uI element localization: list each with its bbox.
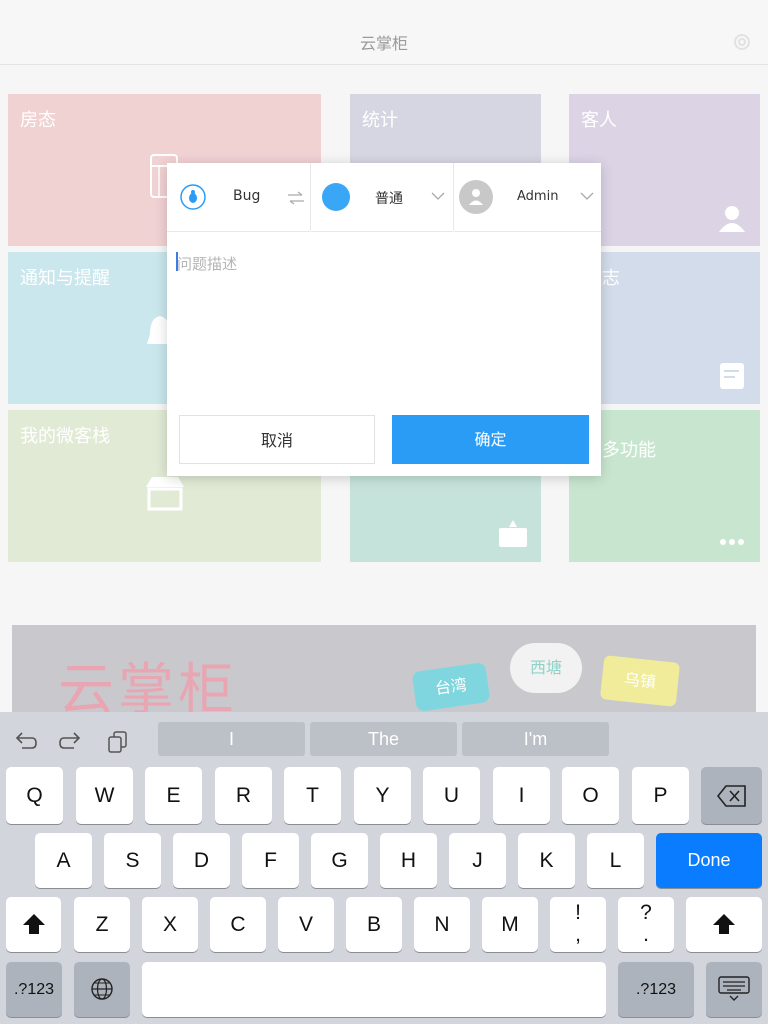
globe-icon: [91, 978, 113, 1000]
inbox-icon: [499, 520, 527, 547]
key-m[interactable]: M: [482, 897, 538, 952]
key-q[interactable]: Q: [6, 767, 63, 824]
key-h[interactable]: H: [380, 833, 437, 888]
priority-selector[interactable]: 普通: [311, 163, 453, 232]
avatar: [459, 180, 493, 214]
key-y[interactable]: Y: [354, 767, 411, 824]
numbers-key-left[interactable]: .?123: [6, 962, 62, 1017]
gear-icon[interactable]: [732, 32, 752, 52]
new-issue-dialog: Bug 普通 Admin 问题描述 取消 确定: [167, 163, 601, 476]
key-s[interactable]: S: [104, 833, 161, 888]
tile-stats[interactable]: 统计: [350, 94, 541, 164]
banner-bubble: 台湾: [411, 662, 491, 712]
key-l[interactable]: L: [587, 833, 644, 888]
key-b[interactable]: B: [346, 897, 402, 952]
key-g[interactable]: G: [311, 833, 368, 888]
tile-label: 统计: [362, 110, 398, 131]
swap-icon: [288, 191, 304, 205]
key-i[interactable]: I: [493, 767, 550, 824]
done-key[interactable]: Done: [656, 833, 762, 888]
tile-label: 我的微客栈: [20, 426, 110, 447]
banner-bubble: 西塘: [510, 643, 582, 693]
suggestion[interactable]: I'm: [462, 722, 609, 756]
key-n[interactable]: N: [414, 897, 470, 952]
tile-inbox[interactable]: [350, 476, 541, 562]
suggestion[interactable]: The: [310, 722, 457, 756]
key-p[interactable]: P: [632, 767, 689, 824]
key-o[interactable]: O: [562, 767, 619, 824]
page-title: 云掌柜: [359, 34, 408, 53]
nav-bar: 云掌柜: [0, 0, 768, 64]
cancel-button[interactable]: 取消: [179, 415, 375, 464]
delete-key[interactable]: [701, 767, 762, 824]
suggestion[interactable]: I: [158, 722, 305, 756]
priority-dot: [322, 183, 350, 211]
tile-label: 多功能: [602, 440, 656, 461]
chevron-down-icon: [580, 192, 594, 200]
key-d[interactable]: D: [173, 833, 230, 888]
globe-key[interactable]: [74, 962, 130, 1017]
person-icon: [719, 206, 745, 232]
assignee-label: Admin: [517, 189, 559, 204]
space-key[interactable]: [142, 962, 606, 1017]
key-exclaim-comma[interactable]: ! ,: [550, 897, 606, 952]
issue-type-selector[interactable]: Bug: [167, 163, 310, 232]
key-e[interactable]: E: [145, 767, 202, 824]
banner-bubble: 乌镇: [599, 655, 681, 707]
tile-label: 房态: [20, 110, 56, 131]
issue-type-label: Bug: [233, 188, 261, 204]
key-r[interactable]: R: [215, 767, 272, 824]
description-input[interactable]: 问题描述: [177, 253, 237, 274]
promo-banner[interactable]: 云掌柜 台湾 西塘 乌镇: [12, 625, 756, 715]
key-a[interactable]: A: [35, 833, 92, 888]
shift-icon: [713, 914, 735, 934]
bug-icon: [180, 184, 206, 210]
redo-icon[interactable]: [58, 730, 84, 754]
key-v[interactable]: V: [278, 897, 334, 952]
shift-icon: [23, 914, 45, 934]
key-w[interactable]: W: [76, 767, 133, 824]
key-x[interactable]: X: [142, 897, 198, 952]
keyboard-dismiss-key[interactable]: [706, 962, 762, 1017]
key-k[interactable]: K: [518, 833, 575, 888]
confirm-button[interactable]: 确定: [392, 415, 589, 464]
keyboard-dismiss-icon: [718, 976, 750, 1001]
priority-label: 普通: [375, 191, 403, 207]
tile-label: 通知与提醒: [20, 268, 110, 289]
more-icon: [720, 539, 744, 545]
key-f[interactable]: F: [242, 833, 299, 888]
tile-label: 客人: [581, 110, 617, 131]
note-icon: [720, 363, 744, 389]
paste-icon[interactable]: [106, 730, 132, 754]
numbers-key-right[interactable]: .?123: [618, 962, 694, 1017]
shift-key-right[interactable]: [686, 897, 762, 952]
key-u[interactable]: U: [423, 767, 480, 824]
undo-icon[interactable]: [12, 730, 38, 754]
assignee-selector[interactable]: Admin: [454, 163, 601, 232]
shift-key-left[interactable]: [6, 897, 61, 952]
key-z[interactable]: Z: [74, 897, 130, 952]
banner-title: 云掌柜: [58, 658, 238, 715]
chevron-down-icon: [431, 192, 445, 200]
shop-icon: [146, 477, 184, 511]
key-question-period[interactable]: ? .: [618, 897, 674, 952]
tile-label: 志: [602, 268, 620, 289]
delete-icon: [717, 785, 746, 807]
key-j[interactable]: J: [449, 833, 506, 888]
key-t[interactable]: T: [284, 767, 341, 824]
key-c[interactable]: C: [210, 897, 266, 952]
